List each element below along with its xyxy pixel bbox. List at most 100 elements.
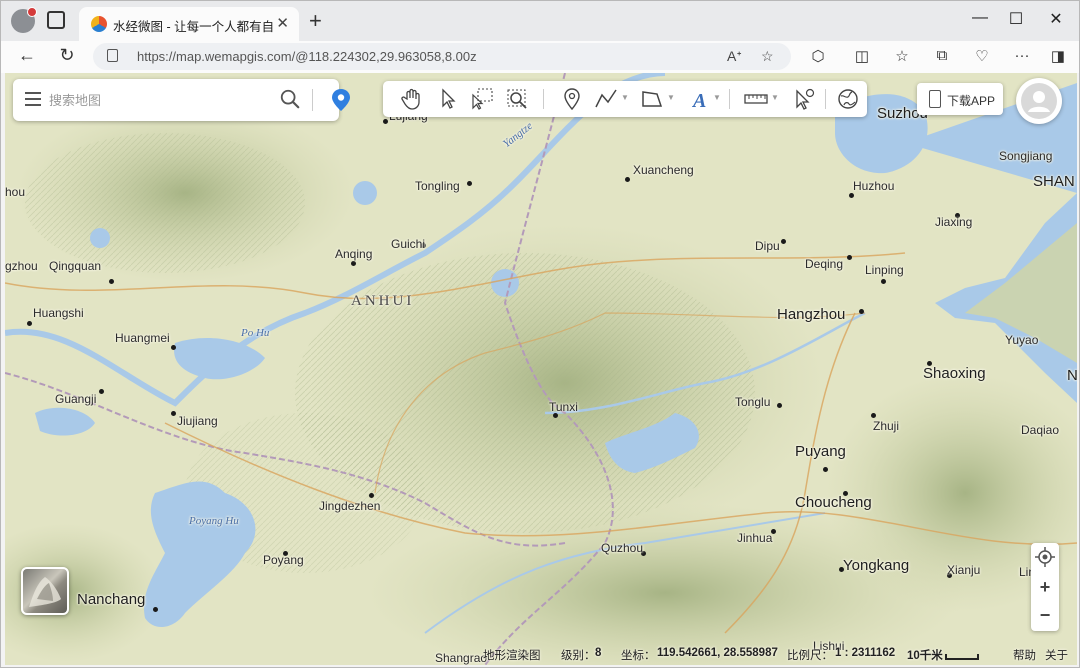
browser-window: 水经微图 - 让每一个人都有自己的 ✕ + — ☐ ✕ ← ↻ https://… — [0, 0, 1080, 668]
place-label[interactable]: SHAN — [1033, 173, 1075, 190]
place-label[interactable]: Nanchang — [77, 591, 145, 608]
level-value: 8 — [595, 647, 602, 659]
place-label[interactable]: Quzhou — [601, 541, 643, 555]
place-label[interactable]: Tunxi — [549, 400, 578, 414]
place-label[interactable]: Choucheng — [795, 494, 872, 511]
search-input[interactable] — [49, 90, 269, 110]
city-dot — [369, 493, 374, 498]
place-label[interactable]: hou — [5, 185, 25, 199]
split-screen-icon[interactable]: ◫ — [851, 47, 873, 65]
scale-bar — [945, 654, 979, 660]
extensions-icon[interactable]: ⬡ — [807, 47, 829, 65]
place-label[interactable]: Daqiao — [1021, 423, 1059, 437]
place-label[interactable]: Yongkang — [843, 557, 909, 574]
place-label[interactable]: Deqing — [805, 257, 843, 271]
polygon-icon[interactable] — [639, 87, 665, 111]
zoom-box-icon[interactable] — [505, 87, 531, 111]
window-close-icon[interactable]: ✕ — [1041, 9, 1071, 29]
read-aloud-icon[interactable]: Aᐩ — [727, 48, 742, 65]
download-app-button[interactable]: 下载APP — [917, 83, 1003, 115]
more-menu-icon[interactable]: ··· — [1011, 47, 1033, 64]
tab-actions-icon[interactable] — [47, 11, 65, 29]
search-icon[interactable] — [279, 88, 301, 110]
place-label[interactable]: Jinhua — [737, 531, 772, 545]
select-box-icon[interactable] — [469, 87, 495, 111]
browser-essentials-icon[interactable]: ♡ — [971, 47, 993, 65]
render-mode-label[interactable]: 地形渲染图 — [483, 647, 541, 663]
minimize-icon[interactable]: — — [965, 9, 995, 27]
refresh-icon[interactable]: ↻ — [55, 45, 79, 66]
place-label[interactable]: Poyang — [263, 553, 304, 567]
water-label: Po Hu — [241, 327, 270, 339]
place-label[interactable]: Linping — [865, 263, 904, 277]
place-label[interactable]: Shaoxing — [923, 365, 986, 382]
svg-text:A: A — [691, 90, 706, 111]
place-label[interactable]: Xuancheng — [633, 163, 694, 177]
about-link[interactable]: 关于 — [1045, 647, 1068, 663]
menu-icon[interactable] — [25, 92, 41, 106]
measure-ruler-icon[interactable] — [743, 87, 769, 111]
place-label[interactable]: Yuyao — [1005, 333, 1038, 347]
polyline-icon[interactable] — [593, 87, 619, 111]
place-label[interactable]: gzhou — [5, 259, 38, 273]
city-dot — [781, 239, 786, 244]
place-label[interactable]: Songjiang — [999, 149, 1052, 163]
collections-icon[interactable]: ⧉ — [931, 47, 953, 64]
locate-icon[interactable] — [1031, 543, 1059, 571]
chevron-down-icon[interactable]: ▼ — [713, 93, 721, 102]
back-icon[interactable]: ← — [15, 45, 39, 66]
terrain-layer-icon[interactable] — [21, 567, 69, 615]
zoom-out-icon[interactable]: − — [1031, 601, 1059, 629]
toolbar-divider — [825, 89, 826, 109]
user-avatar[interactable] — [1016, 78, 1062, 124]
city-dot — [171, 345, 176, 350]
city-dot — [847, 255, 852, 260]
new-tab-icon[interactable]: + — [309, 8, 322, 34]
identify-pointer-icon[interactable] — [791, 87, 817, 111]
city-dot — [171, 411, 176, 416]
globe-icon[interactable] — [835, 87, 861, 111]
copilot-icon[interactable]: ◨ — [1047, 47, 1069, 65]
place-label[interactable]: Guichi — [391, 237, 425, 251]
city-dot — [467, 181, 472, 186]
place-label[interactable]: Dipu — [755, 239, 780, 253]
marker-icon[interactable] — [559, 87, 585, 111]
place-label[interactable]: Hangzhou — [777, 306, 845, 323]
url-text[interactable]: https://map.wemapgis.com/@118.224302,29.… — [137, 49, 477, 64]
place-label[interactable]: Jiujiang — [177, 414, 218, 428]
profile-icon[interactable] — [11, 7, 37, 33]
place-label[interactable]: Jiaxing — [935, 215, 972, 229]
arrow-pointer-icon[interactable] — [435, 87, 461, 111]
chevron-down-icon[interactable]: ▼ — [771, 93, 779, 102]
place-label[interactable]: Tonglu — [735, 395, 770, 409]
city-dot — [99, 389, 104, 394]
place-label[interactable]: Guangji — [55, 392, 96, 406]
tab-active[interactable]: 水经微图 - 让每一个人都有自己的 ✕ — [79, 7, 299, 41]
text-icon[interactable]: A — [687, 87, 713, 111]
place-label[interactable]: Anqing — [335, 247, 372, 261]
maximize-icon[interactable]: ☐ — [1001, 9, 1031, 29]
chevron-down-icon[interactable]: ▼ — [667, 93, 675, 102]
chevron-down-icon[interactable]: ▼ — [621, 93, 629, 102]
place-label[interactable]: Xianju — [947, 563, 980, 577]
place-label[interactable]: N — [1067, 367, 1077, 384]
place-label[interactable]: Huangmei — [115, 331, 170, 345]
hand-pan-icon[interactable] — [399, 87, 425, 111]
place-label[interactable]: Zhuji — [873, 419, 899, 433]
place-label[interactable]: Huzhou — [853, 179, 894, 193]
place-label[interactable]: Puyang — [795, 443, 846, 460]
toolbar-divider — [729, 89, 730, 109]
location-pin-icon[interactable] — [331, 88, 351, 112]
close-tab-icon[interactable]: ✕ — [276, 14, 289, 32]
place-label[interactable]: Qingquan — [49, 259, 101, 273]
favorites-icon[interactable]: ☆ — [891, 47, 913, 65]
tab-strip: 水经微图 - 让每一个人都有自己的 ✕ + — ☐ ✕ — [1, 1, 1079, 41]
place-label[interactable]: Tongling — [415, 179, 460, 193]
help-link[interactable]: 帮助 — [1013, 647, 1036, 663]
address-bar[interactable]: https://map.wemapgis.com/@118.224302,29.… — [93, 43, 791, 70]
zoom-in-icon[interactable]: + — [1031, 573, 1059, 601]
place-label[interactable]: Jingdezhen — [319, 499, 380, 513]
map-viewport[interactable]: Lujiang Tongling Xuancheng Suzhou Huzhou… — [5, 73, 1077, 665]
favorite-star-icon[interactable]: ☆ — [761, 48, 774, 65]
place-label[interactable]: Huangshi — [33, 306, 84, 320]
